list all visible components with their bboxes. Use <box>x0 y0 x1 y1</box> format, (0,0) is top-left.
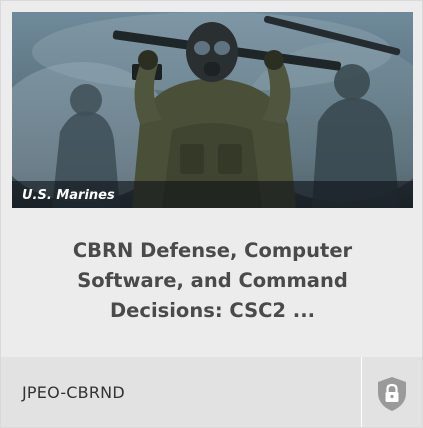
marines-photo-illustration <box>12 12 413 208</box>
shield-lock-icon-graphic <box>378 377 406 411</box>
card-title[interactable]: CBRN Defense, Computer Software, and Com… <box>33 236 393 326</box>
shield-lock-icon[interactable] <box>375 375 409 413</box>
card-title-area[interactable]: CBRN Defense, Computer Software, and Com… <box>12 208 413 354</box>
card-footer: JPEO-CBRND <box>1 357 422 427</box>
image-caption: U.S. Marines <box>22 188 115 203</box>
resource-card[interactable]: U.S. Marines CBRN Defense, Computer Soft… <box>0 0 423 428</box>
footer-divider <box>361 357 362 427</box>
organization-label: JPEO-CBRND <box>22 383 125 402</box>
card-thumbnail-image[interactable]: U.S. Marines <box>12 12 413 208</box>
